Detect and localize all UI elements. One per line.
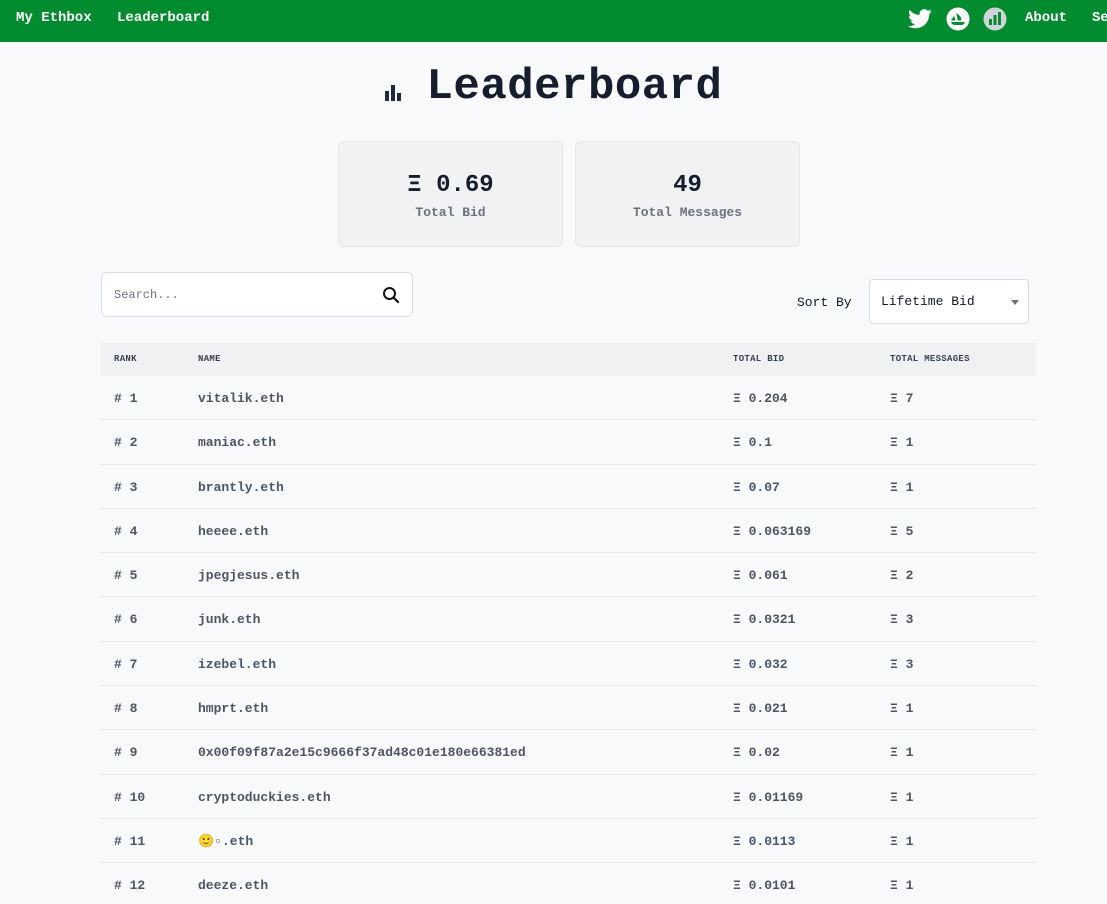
total-bid-cell: Ξ 0.0101 (733, 878, 796, 894)
table-row[interactable]: # 12 deeze.eth Ξ 0.0101 Ξ 1 (101, 863, 1036, 904)
total-bid-cell: Ξ 0.204 (733, 391, 788, 406)
top-nav: My Ethbox Leaderboard About Se (0, 0, 1107, 42)
total-messages-cell: Ξ 2 (890, 568, 914, 584)
nav-my-ethbox[interactable]: My Ethbox (16, 10, 92, 26)
twitter-icon[interactable] (907, 6, 933, 32)
name-cell[interactable]: brantly.eth (198, 480, 284, 495)
page-header: Leaderboard (0, 62, 1107, 112)
name-cell[interactable]: deeze.eth (198, 878, 268, 893)
search-icon[interactable] (382, 286, 400, 304)
stat-card-total-messages: 49 Total Messages (575, 141, 800, 247)
rank-cell: # 9 (114, 745, 138, 761)
table-row[interactable]: # 10 cryptoduckies.eth Ξ 0.01169 Ξ 1 (101, 775, 1036, 819)
table-row[interactable]: # 11 🙂▫.eth Ξ 0.0113 Ξ 1 (101, 819, 1036, 864)
chart-icon[interactable] (982, 6, 1008, 32)
total-messages-cell: Ξ 5 (890, 523, 914, 539)
stat-label: Total Bid (415, 205, 486, 220)
table-row[interactable]: # 3 brantly.eth Ξ 0.07 Ξ 1 (101, 465, 1036, 509)
nav-leaderboard[interactable]: Leaderboard (117, 10, 209, 26)
total-bid-cell: Ξ 0.061 (733, 568, 788, 584)
rank-cell: # 11 (114, 833, 146, 849)
table-row[interactable]: # 2 maniac.eth Ξ 0.1 Ξ 1 (101, 420, 1036, 465)
sort-select[interactable]: Lifetime Bid (869, 279, 1029, 324)
name-cell[interactable]: 0x00f09f87a2e15c9666f37ad48c01e180e66381… (198, 745, 526, 760)
total-bid-cell: Ξ 0.07 (733, 479, 780, 495)
nav-about[interactable]: About (1025, 10, 1067, 26)
rank-cell: # 8 (114, 701, 138, 717)
leaderboard-chart-icon (384, 85, 401, 101)
table-row[interactable]: # 8 hmprt.eth Ξ 0.021 Ξ 1 (101, 686, 1036, 731)
name-cell[interactable]: heeee.eth (198, 524, 268, 539)
rank-cell: # 5 (114, 568, 138, 584)
rank-cell: # 10 (114, 789, 146, 805)
name-cell[interactable]: 🙂▫.eth (198, 834, 253, 849)
total-messages-cell: Ξ 3 (890, 612, 914, 628)
total-messages-cell: Ξ 7 (890, 391, 914, 406)
name-cell[interactable]: vitalik.eth (198, 391, 284, 406)
leaderboard-table: RANK NAME TOTAL BID TOTAL MESSAGES # 1 vi… (101, 343, 1036, 904)
total-messages-cell: Ξ 3 (890, 656, 914, 672)
sort-selected-value: Lifetime Bid (881, 294, 975, 309)
total-messages-cell: Ξ 1 (890, 479, 914, 495)
table-header: RANK NAME TOTAL BID TOTAL MESSAGES (101, 343, 1036, 376)
total-bid-cell: Ξ 0.0321 (733, 612, 796, 628)
table-row[interactable]: # 4 heeee.eth Ξ 0.063169 Ξ 5 (101, 509, 1036, 554)
stat-card-total-bid: Ξ 0.69 Total Bid (338, 141, 563, 247)
stat-value: 49 (673, 172, 702, 199)
total-bid-cell: Ξ 0.1 (733, 435, 773, 451)
search-input[interactable] (102, 273, 372, 316)
sort-label: Sort By (797, 295, 852, 310)
table-row[interactable]: # 7 izebel.eth Ξ 0.032 Ξ 3 (101, 642, 1036, 687)
total-messages-cell: Ξ 1 (890, 745, 914, 761)
rank-cell: # 12 (114, 878, 146, 894)
name-cell[interactable]: cryptoduckies.eth (198, 790, 331, 805)
rank-cell: # 3 (114, 479, 138, 495)
name-cell[interactable]: hmprt.eth (198, 701, 268, 716)
stat-value: Ξ 0.69 (407, 172, 494, 199)
table-row[interactable]: # 9 0x00f09f87a2e15c9666f37ad48c01e180e66… (101, 730, 1036, 775)
total-bid-cell: Ξ 0.0113 (733, 833, 796, 849)
name-cell[interactable]: junk.eth (198, 612, 260, 627)
name-cell[interactable]: maniac.eth (198, 435, 276, 450)
page-title: Leaderboard (426, 62, 723, 112)
table-row[interactable]: # 1 vitalik.eth Ξ 0.204 Ξ 7 (101, 376, 1036, 421)
name-cell[interactable]: izebel.eth (198, 657, 276, 672)
header-total-bid[interactable]: TOTAL BID (733, 354, 784, 364)
header-total-messages[interactable]: TOTAL MESSAGES (890, 354, 970, 364)
search-box (101, 272, 413, 317)
total-messages-cell: Ξ 1 (890, 435, 914, 451)
stat-label: Total Messages (632, 205, 743, 220)
total-bid-cell: Ξ 0.02 (733, 745, 780, 761)
rank-cell: # 7 (114, 656, 138, 672)
rank-cell: # 2 (114, 435, 138, 451)
rank-cell: # 6 (114, 612, 138, 628)
total-bid-cell: Ξ 0.032 (733, 656, 788, 672)
table-row[interactable]: # 5 jpegjesus.eth Ξ 0.061 Ξ 2 (101, 553, 1036, 598)
chevron-down-icon (1011, 300, 1019, 305)
total-bid-cell: Ξ 0.01169 (733, 789, 804, 805)
header-name[interactable]: NAME (198, 354, 221, 364)
total-messages-cell: Ξ 1 (890, 878, 914, 894)
table-body: # 1 vitalik.eth Ξ 0.204 Ξ 7 # 2 maniac.eth Ξ 0… (101, 376, 1036, 904)
rank-cell: # 4 (114, 523, 138, 539)
nav-settings-truncated[interactable]: Se (1092, 10, 1107, 26)
total-messages-cell: Ξ 1 (890, 789, 914, 805)
total-bid-cell: Ξ 0.063169 (733, 523, 812, 539)
opensea-icon[interactable] (945, 6, 971, 32)
total-messages-cell: Ξ 1 (890, 701, 914, 717)
total-bid-cell: Ξ 0.021 (733, 701, 788, 717)
table-row[interactable]: # 6 junk.eth Ξ 0.0321 Ξ 3 (101, 597, 1036, 642)
header-rank[interactable]: RANK (114, 354, 137, 364)
total-messages-cell: Ξ 1 (890, 833, 914, 849)
name-cell[interactable]: jpegjesus.eth (198, 568, 299, 583)
rank-cell: # 1 (114, 391, 138, 406)
